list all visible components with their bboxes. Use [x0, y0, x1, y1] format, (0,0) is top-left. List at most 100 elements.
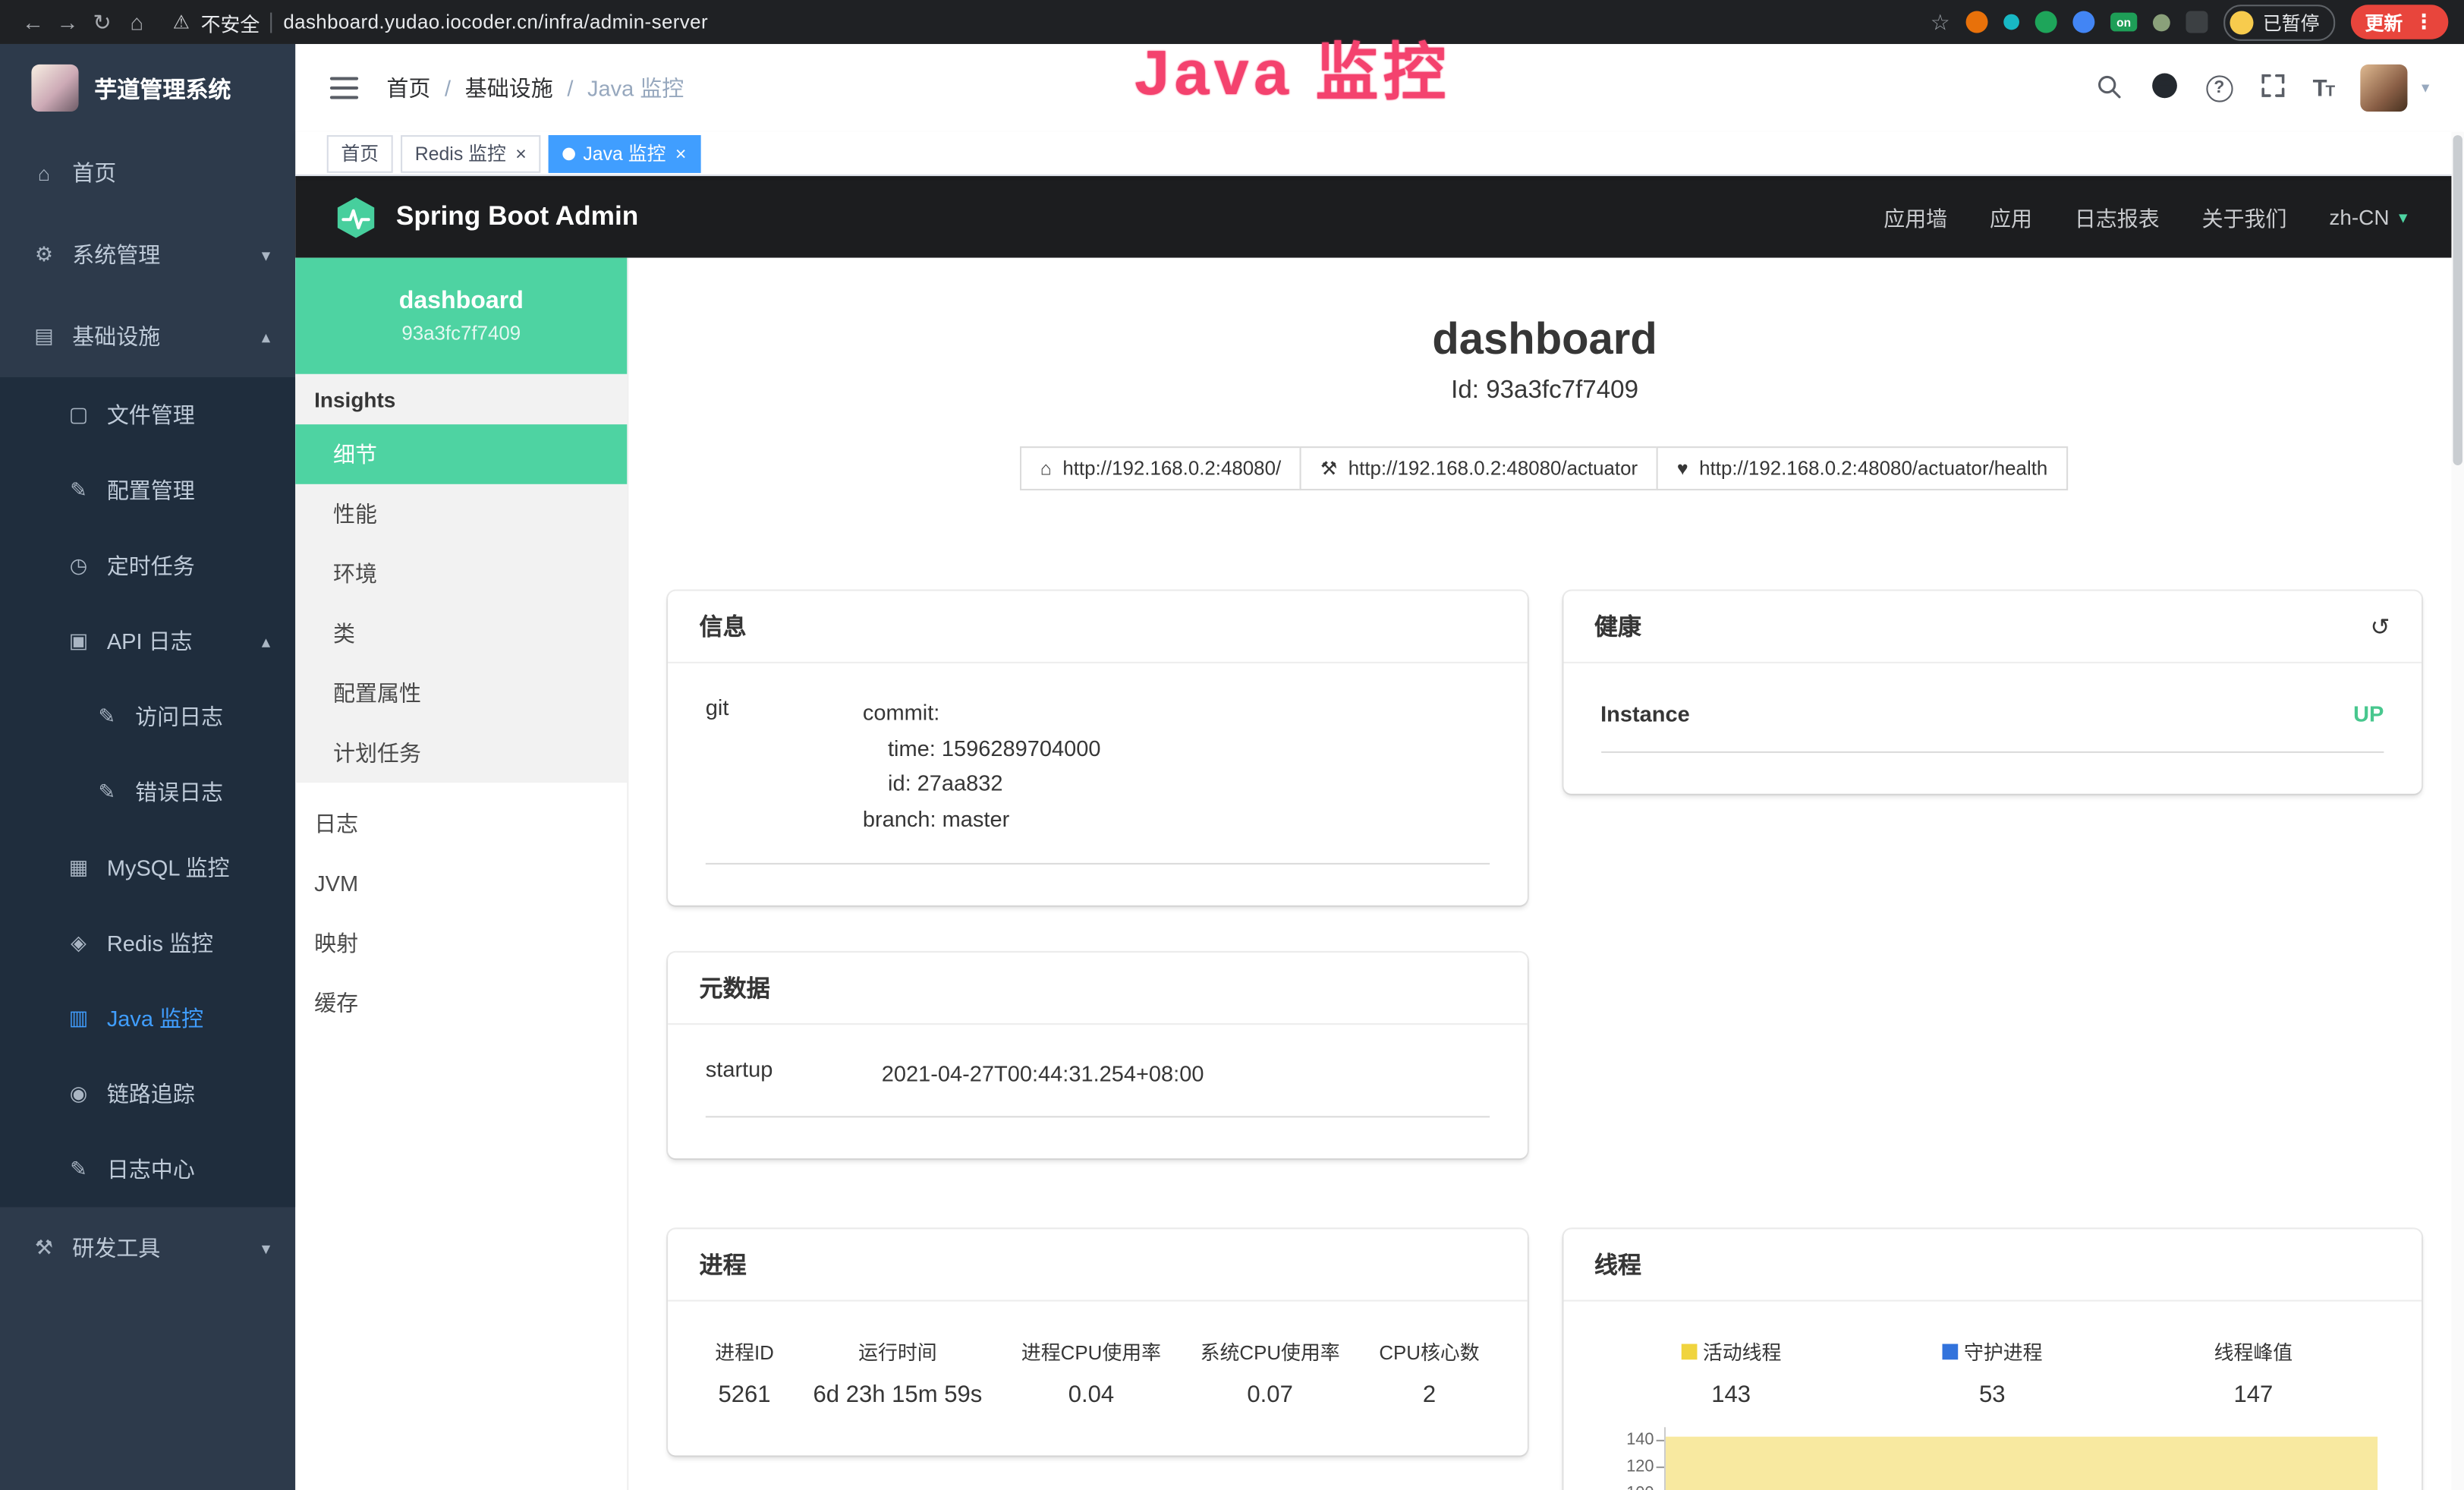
search-icon[interactable]	[2094, 71, 2123, 104]
close-icon[interactable]: ×	[675, 143, 687, 162]
sidebar-item-api-logs[interactable]: ▣ API 日志 ▴	[0, 603, 295, 679]
reload-icon[interactable]: ↻	[85, 8, 120, 35]
github-icon[interactable]	[2149, 71, 2179, 106]
sba-nav-wallboard[interactable]: 应用墙	[1883, 201, 1947, 232]
sba-item-scheduled-tasks[interactable]: 计划任务	[295, 723, 627, 783]
health-card: 健康 ↺ Instance UP	[1562, 591, 2422, 794]
monitor-icon: ▥	[66, 1006, 91, 1031]
sba-item-caches[interactable]: 缓存	[295, 973, 627, 1033]
y-tick: 100	[1600, 1481, 1654, 1490]
sidebar-item-redis-monitor[interactable]: ◈ Redis 监控	[0, 906, 295, 981]
chevron-down-icon: ▾	[2399, 206, 2407, 227]
font-size-icon[interactable]: TT	[2313, 74, 2334, 101]
instance-header[interactable]: dashboard 93a3fc7f7409	[295, 258, 627, 374]
card-body: git commit: time: 1596289704000 id: 27aa…	[668, 663, 1527, 905]
help-icon[interactable]: ?	[2206, 74, 2233, 101]
sba-nav-about[interactable]: 关于我们	[2202, 201, 2287, 232]
sidebar-item-error-logs[interactable]: ✎ 错误日志	[0, 754, 295, 830]
bookmark-star-icon[interactable]: ☆	[1931, 8, 1950, 35]
breadcrumb-home[interactable]: 首页	[386, 72, 430, 103]
url-text: dashboard.yudao.iocoder.cn/infra/admin-s…	[283, 11, 708, 33]
info-line: commit:	[863, 695, 1101, 730]
extension-icon[interactable]	[2153, 14, 2170, 31]
extensions-puzzle-icon[interactable]	[2186, 11, 2208, 33]
sidebar-item-label: Java 监控	[107, 1003, 203, 1034]
sidebar-item-cron-jobs[interactable]: ◷ 定时任务	[0, 528, 295, 603]
tab-redis-monitor[interactable]: Redis 监控 ×	[401, 134, 540, 172]
chrome-update-button[interactable]: 更新 ⋮	[2351, 5, 2448, 39]
page-scrollbar[interactable]	[2451, 132, 2464, 1490]
browser-home-icon[interactable]: ⌂	[119, 9, 154, 34]
sidebar-item-mysql-monitor[interactable]: ▦ MySQL 监控	[0, 830, 295, 905]
gear-icon: ⚙	[31, 242, 56, 267]
health-url-link[interactable]: ♥ http://192.168.0.2:48080/actuator/heal…	[1657, 446, 2068, 490]
history-icon[interactable]: ↺	[2371, 613, 2390, 641]
sba-item-metrics[interactable]: 性能	[295, 484, 627, 544]
breadcrumb-infrastructure[interactable]: 基础设施	[430, 72, 552, 103]
legend-swatch-yellow	[1681, 1344, 1697, 1359]
link-label: http://192.168.0.2:48080/	[1062, 458, 1281, 480]
service-url-link[interactable]: ⌂ http://192.168.0.2:48080/	[1020, 446, 1301, 490]
info-line: id: 27aa832	[863, 766, 1101, 802]
card-title: 线程	[1562, 1230, 2422, 1302]
sba-brand[interactable]: Spring Boot Admin	[333, 194, 638, 240]
tab-home[interactable]: 首页	[327, 134, 393, 172]
card-title-text: 元数据	[700, 971, 770, 1003]
sba-nav-applications[interactable]: 应用	[1990, 201, 2032, 232]
address-bar[interactable]: ⚠ 不安全 dashboard.yudao.iocoder.cn/infra/a…	[173, 7, 708, 36]
sidebar-item-file-mgmt[interactable]: ▢ 文件管理	[0, 377, 295, 452]
info-line: time: 1596289704000	[863, 730, 1101, 766]
heart-icon: ♥	[1677, 458, 1688, 480]
browser-window: ← → ↻ ⌂ ⚠ 不安全 dashboard.yudao.iocoder.cn…	[0, 0, 2464, 1490]
sba-item-jvm[interactable]: JVM	[295, 853, 627, 913]
sba-item-classes[interactable]: 类	[295, 603, 627, 663]
tab-java-monitor[interactable]: Java 监控 ×	[549, 134, 700, 172]
sidebar-item-trace[interactable]: ◉ 链路追踪	[0, 1057, 295, 1132]
sidebar-item-config-mgmt[interactable]: ✎ 配置管理	[0, 452, 295, 528]
avatar-caret-icon[interactable]: ▾	[2422, 80, 2429, 97]
sidebar-item-label: 系统管理	[72, 239, 160, 270]
browser-menu-icon[interactable]: ⋮	[2414, 9, 2434, 34]
extension-icon[interactable]	[2003, 14, 2019, 30]
sidebar-item-system-mgmt[interactable]: ⚙ 系统管理 ▾	[0, 214, 295, 296]
sidebar-item-dev-tools[interactable]: ⚒ 研发工具 ▾	[0, 1207, 295, 1289]
card-title: 健康 ↺	[1562, 591, 2422, 663]
sba-item-environment[interactable]: 环境	[295, 543, 627, 603]
back-icon[interactable]: ←	[16, 9, 51, 34]
card-title: 元数据	[668, 952, 1527, 1024]
stat-system-cpu: 系统CPU使用率 0.07	[1194, 1337, 1346, 1409]
sba-item-configprops[interactable]: 配置属性	[295, 663, 627, 723]
tab-label: Redis 监控	[415, 140, 506, 166]
extension-on-badge[interactable]: on	[2110, 13, 2137, 32]
sidebar-item-log-center[interactable]: ✎ 日志中心	[0, 1132, 295, 1207]
scrollbar-thumb[interactable]	[2453, 135, 2462, 465]
sba-item-logs[interactable]: 日志	[295, 794, 627, 854]
sidebar-item-infrastructure[interactable]: ▤ 基础设施 ▴	[0, 295, 295, 377]
actuator-url-link[interactable]: ⚒ http://192.168.0.2:48080/actuator	[1300, 446, 1658, 490]
stat-label: 系统CPU使用率	[1201, 1337, 1340, 1366]
sidebar-item-label: 日志中心	[107, 1154, 195, 1185]
app-logo	[31, 65, 78, 112]
stat-value: 0.07	[1201, 1382, 1340, 1409]
extension-icon[interactable]	[2035, 11, 2057, 33]
app-logo-row[interactable]: 芋道管理系统	[0, 44, 295, 132]
card-title: 进程	[668, 1230, 1527, 1302]
sba-item-details[interactable]: 细节	[295, 424, 627, 484]
user-avatar[interactable]	[2360, 65, 2407, 112]
sidebar-item-java-monitor[interactable]: ▥ Java 监控	[0, 981, 295, 1056]
close-icon[interactable]: ×	[515, 143, 527, 162]
sidebar-item-home[interactable]: ⌂ 首页	[0, 132, 295, 214]
sba-item-mappings[interactable]: 映射	[295, 913, 627, 973]
edit-icon: ✎	[94, 780, 119, 805]
hamburger-icon[interactable]	[330, 77, 358, 99]
extension-icon[interactable]	[2072, 11, 2094, 33]
sidebar-item-access-logs[interactable]: ✎ 访问日志	[0, 679, 295, 754]
content-column: 首页 基础设施 Java 监控 ? TT	[295, 44, 2464, 1490]
sync-paused-badge[interactable]: 已暂停	[2223, 4, 2335, 40]
forward-icon[interactable]: →	[50, 9, 85, 34]
sba-nav-journal[interactable]: 日志报表	[2075, 201, 2160, 232]
health-label: Instance	[1600, 701, 1690, 726]
extension-icon[interactable]	[1966, 11, 1988, 33]
sba-locale-select[interactable]: zh-CN ▾	[2329, 205, 2407, 228]
fullscreen-icon[interactable]	[2259, 72, 2286, 103]
